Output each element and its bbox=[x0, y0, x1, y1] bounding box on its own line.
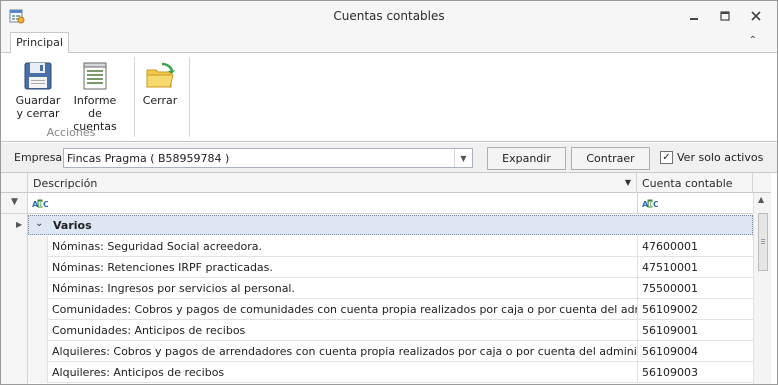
filter-pin-icon: ▼ bbox=[11, 197, 18, 207]
vertical-scrollbar[interactable]: ▲ bbox=[753, 193, 771, 384]
ribbon-tab-strip: Principal ⌃ bbox=[1, 31, 777, 54]
cell-account: 56109003 bbox=[642, 366, 698, 379]
text-filter-icon[interactable]: ABC bbox=[32, 199, 49, 209]
sort-down-icon[interactable]: ▼ bbox=[625, 178, 631, 187]
accounts-report-label-1: Informe de bbox=[73, 94, 117, 120]
row-indicator-column bbox=[1, 214, 28, 384]
text-filter-icon[interactable]: ABC bbox=[642, 199, 659, 209]
filter-bar: Empresa: Fincas Pragma ( B58959784 ) ▼ E… bbox=[1, 143, 777, 173]
tab-principal[interactable]: Principal bbox=[10, 32, 69, 54]
chevron-down-icon[interactable]: ▼ bbox=[454, 149, 472, 167]
title-bar: Cuentas contables bbox=[1, 1, 777, 31]
minimize-icon[interactable] bbox=[683, 7, 705, 25]
scroll-up-icon[interactable]: ▲ bbox=[758, 195, 764, 204]
column-header-description-label: Descripción bbox=[33, 177, 98, 190]
cell-account: 47600001 bbox=[642, 240, 698, 253]
accounts-report-button[interactable]: Informe de cuentas bbox=[67, 57, 123, 133]
only-active-checkbox[interactable]: ✓ bbox=[660, 151, 673, 164]
grid-corner bbox=[1, 173, 28, 193]
close-label: Cerrar bbox=[142, 94, 178, 107]
current-row-indicator-icon: ▶ bbox=[16, 220, 23, 229]
save-and-close-button[interactable]: Guardar y cerrar bbox=[13, 57, 63, 120]
table-row[interactable]: Alquileres: Cobros y pagos de arrendador… bbox=[28, 341, 753, 362]
group-label: Varios bbox=[53, 219, 92, 232]
app-window: Cuentas contables Principal ⌃ Guardar y … bbox=[0, 0, 778, 385]
table-row[interactable]: Nóminas: Retenciones IRPF practicadas. 4… bbox=[28, 257, 753, 278]
empresa-combo[interactable]: Fincas Pragma ( B58959784 ) ▼ bbox=[63, 148, 473, 168]
empresa-label: Empresa: bbox=[14, 151, 66, 164]
table-row[interactable]: Alquileres: Anticipos de recibos 5610900… bbox=[28, 362, 753, 383]
cell-description: Comunidades: Cobros y pagos de comunidad… bbox=[52, 303, 637, 316]
filter-row-indicator: ▼ bbox=[1, 193, 28, 213]
report-icon bbox=[83, 62, 107, 90]
cell-description: Comunidades: Anticipos de recibos bbox=[52, 324, 246, 337]
save-and-close-label-2: y cerrar bbox=[16, 107, 60, 120]
group-separator bbox=[134, 57, 135, 137]
table-row[interactable]: Comunidades: Anticipos de recibos 561090… bbox=[28, 320, 753, 341]
accounts-grid: Descripción ▼ Cuenta contable ▼ ABC ABC … bbox=[1, 173, 777, 384]
chevron-down-icon[interactable]: ⌄ bbox=[35, 218, 43, 229]
cell-description: Nóminas: Seguridad Social acreedora. bbox=[52, 240, 263, 253]
table-row[interactable]: Comunidades: Cobros y pagos de comunidad… bbox=[28, 299, 753, 320]
scrollbar-thumb[interactable] bbox=[758, 213, 768, 271]
cell-account: 47510001 bbox=[642, 261, 698, 274]
cell-description: Nóminas: Retenciones IRPF practicadas. bbox=[52, 261, 273, 274]
empresa-value: Fincas Pragma ( B58959784 ) bbox=[67, 152, 230, 165]
cell-description: Alquileres: Cobros y pagos de arrendador… bbox=[52, 345, 637, 358]
collapse-ribbon-icon[interactable]: ⌃ bbox=[749, 35, 757, 46]
only-active-label: Ver solo activos bbox=[677, 151, 764, 164]
column-header-description[interactable]: Descripción ▼ bbox=[28, 173, 637, 193]
ribbon-group-label: Acciones bbox=[46, 126, 96, 139]
cell-account: 56109004 bbox=[642, 345, 698, 358]
table-row[interactable]: Nóminas: Ingresos por servicios al perso… bbox=[28, 278, 753, 299]
column-header-account[interactable]: Cuenta contable bbox=[637, 173, 753, 193]
expand-button[interactable]: Expandir bbox=[487, 147, 566, 170]
cell-account: 56109001 bbox=[642, 324, 698, 337]
ribbon-panel: Guardar y cerrar Informe de cuentas Cerr… bbox=[1, 53, 777, 142]
close-icon[interactable] bbox=[745, 7, 767, 25]
floppy-disk-icon bbox=[24, 62, 52, 90]
window-title: Cuentas contables bbox=[333, 9, 445, 23]
auto-filter-row: ▼ ABC ABC bbox=[1, 193, 777, 214]
cell-description: Alquileres: Anticipos de recibos bbox=[52, 366, 225, 379]
group-separator bbox=[189, 57, 190, 137]
cell-account: 56109002 bbox=[642, 303, 698, 316]
close-button[interactable]: Cerrar bbox=[140, 57, 180, 107]
cell-description: Nóminas: Ingresos por servicios al perso… bbox=[52, 282, 295, 295]
maximize-icon[interactable] bbox=[714, 7, 736, 25]
svg-text:C: C bbox=[43, 200, 48, 208]
svg-text:C: C bbox=[653, 200, 658, 208]
cell-account: 75500001 bbox=[642, 282, 698, 295]
table-row[interactable]: Nóminas: Seguridad Social acreedora. 476… bbox=[28, 236, 753, 257]
column-header-account-label: Cuenta contable bbox=[642, 177, 733, 190]
collapse-button[interactable]: Contraer bbox=[571, 147, 650, 170]
group-row-varios[interactable]: ⌄ Varios bbox=[28, 215, 753, 235]
folder-exit-icon bbox=[146, 62, 175, 88]
save-and-close-label-1: Guardar bbox=[15, 94, 61, 107]
